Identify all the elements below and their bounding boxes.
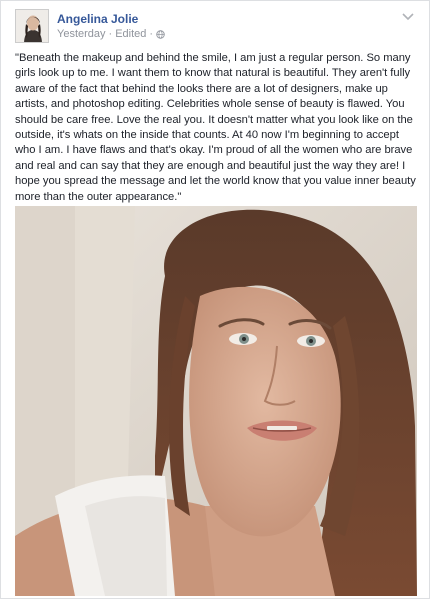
meta-separator: ·: [108, 28, 113, 40]
post-photo[interactable]: [15, 206, 417, 596]
post-timestamp[interactable]: Yesterday: [57, 28, 106, 40]
meta-separator: ·: [149, 28, 154, 40]
avatar[interactable]: [15, 9, 49, 43]
post-meta: Yesterday · Edited ·: [57, 28, 165, 40]
post-header: Angelina Jolie Yesterday · Edited ·: [15, 9, 421, 45]
facebook-post: Angelina Jolie Yesterday · Edited · "Ben…: [0, 0, 430, 599]
chevron-down-icon[interactable]: [401, 11, 415, 23]
author-name[interactable]: Angelina Jolie: [57, 12, 138, 26]
post-message: "Beneath the makeup and behind the smile…: [15, 52, 416, 203]
edited-label[interactable]: Edited: [115, 28, 146, 40]
globe-icon[interactable]: [156, 29, 165, 39]
